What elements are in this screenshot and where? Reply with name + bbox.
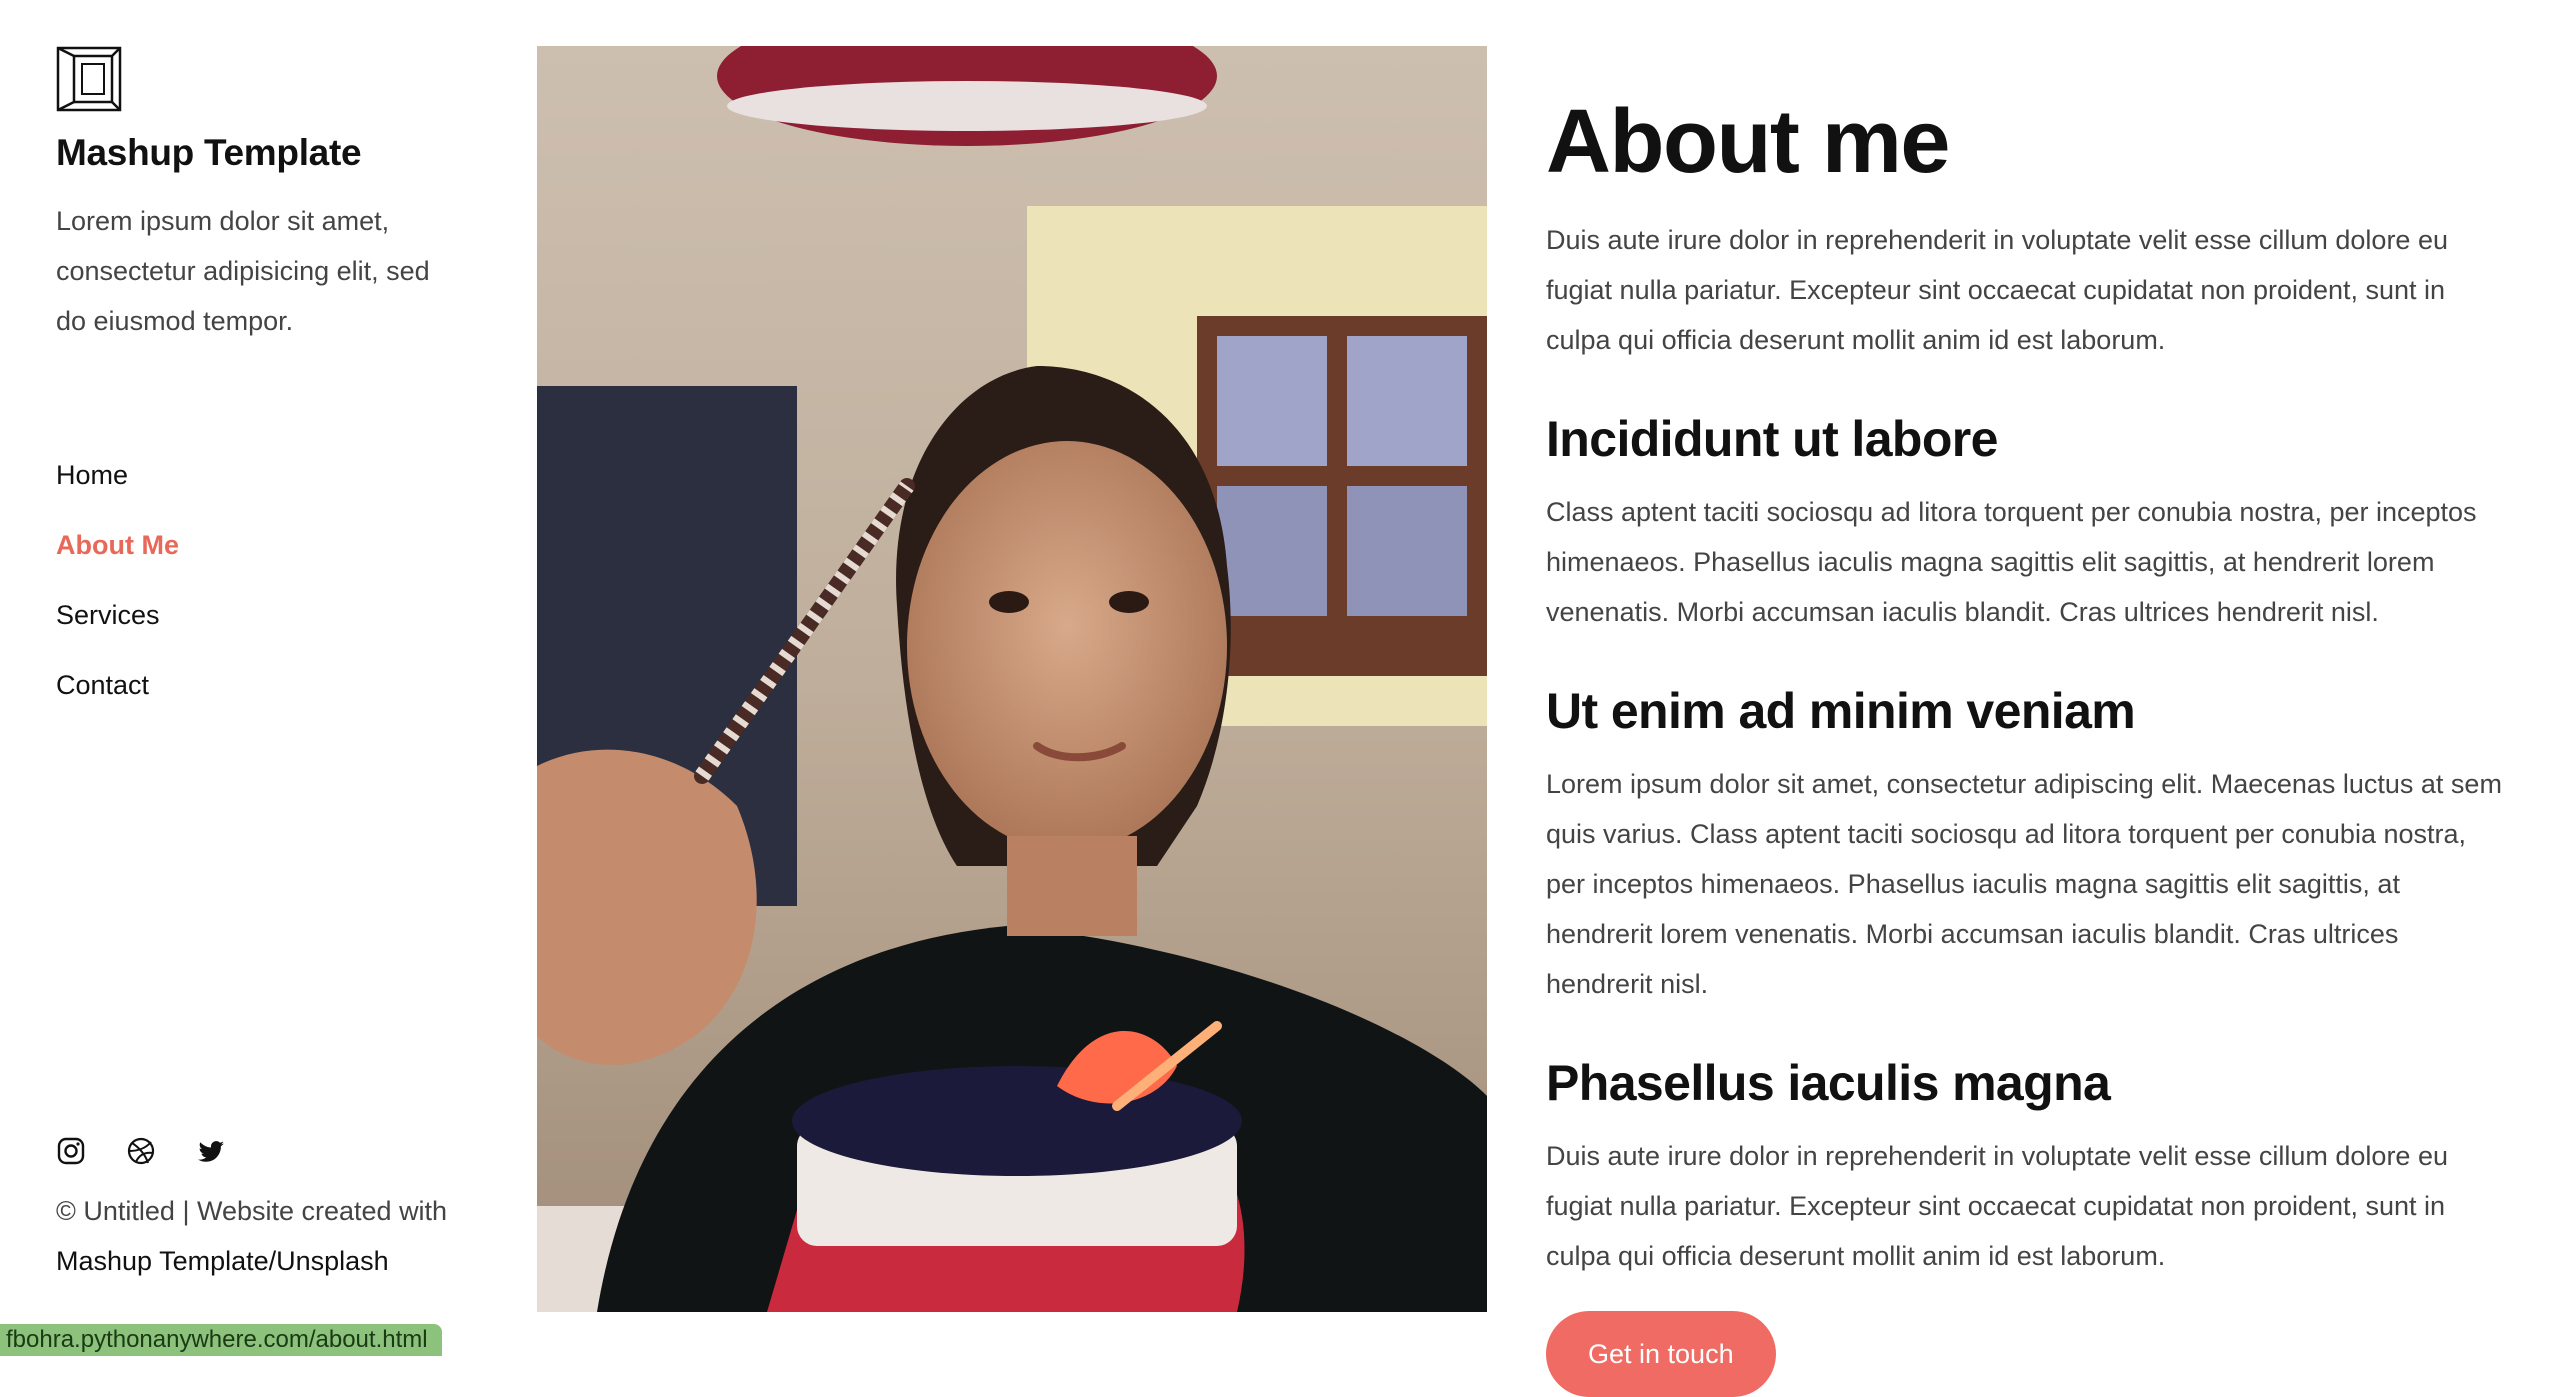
page-title: About me: [1546, 92, 1950, 192]
get-in-touch-button[interactable]: Get in touch: [1546, 1311, 1776, 1397]
footer-link-unsplash[interactable]: Unsplash: [276, 1246, 389, 1276]
intro-paragraph: Duis aute irure dolor in reprehenderit i…: [1546, 225, 2448, 355]
brand-tagline: Lorem ipsum dolor sit amet, consectetur …: [56, 206, 430, 336]
profile-photo: [537, 46, 1487, 1312]
social-links: [56, 1136, 226, 1166]
status-bar-url: fbohra.pythonanywhere.com/about.html: [0, 1324, 442, 1356]
section-heading-2: Ut enim ad minim veniam: [1546, 683, 2136, 739]
footer-link-mashup[interactable]: Mashup Template: [56, 1246, 269, 1276]
main-content: About me Duis aute irure dolor in repreh…: [1546, 90, 2506, 1397]
footer-copyright: © Untitled | Website created with: [56, 1196, 448, 1226]
nav-item-home[interactable]: Home: [56, 440, 179, 510]
photo-illustration: [537, 46, 1487, 1312]
footer-separator: /: [268, 1246, 277, 1276]
main-nav: Home About Me Services Contact: [56, 440, 179, 720]
instagram-icon[interactable]: [56, 1136, 86, 1166]
sidebar: Mashup Template Lorem ipsum dolor sit am…: [56, 46, 476, 1316]
cube-frame-icon[interactable]: [56, 46, 122, 112]
nav-item-about-me[interactable]: About Me: [56, 510, 179, 580]
section-body-3: Duis aute irure dolor in reprehenderit i…: [1546, 1141, 2448, 1271]
nav-item-contact[interactable]: Contact: [56, 650, 179, 720]
dribbble-icon[interactable]: [126, 1136, 156, 1166]
nav-item-services[interactable]: Services: [56, 580, 179, 650]
footer-credit: © Untitled | Website created with Mashup…: [56, 1186, 476, 1286]
brand-name[interactable]: Mashup Template: [56, 132, 476, 174]
section-body-1: Class aptent taciti sociosqu ad litora t…: [1546, 497, 2477, 627]
section-heading-1: Incididunt ut labore: [1546, 411, 1998, 467]
section-body-2: Lorem ipsum dolor sit amet, consectetur …: [1546, 769, 2502, 999]
twitter-icon[interactable]: [196, 1136, 226, 1166]
section-heading-3: Phasellus iaculis magna: [1546, 1055, 2111, 1111]
